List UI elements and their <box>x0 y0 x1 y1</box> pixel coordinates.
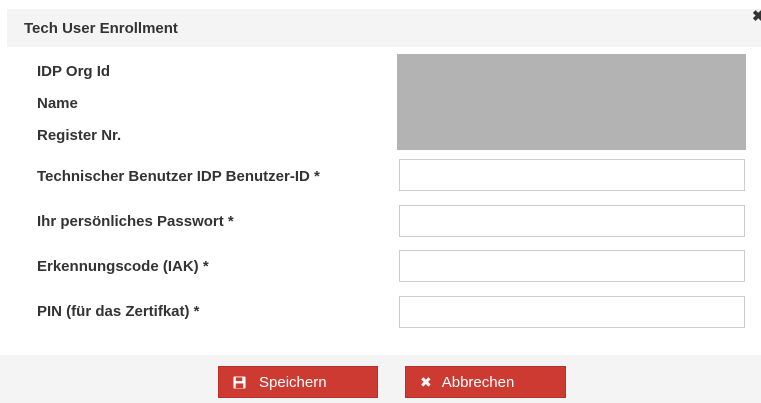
register-label: Register Nr. <box>37 127 122 144</box>
password-label: Ihr persönliches Passwort * <box>37 213 234 230</box>
org-id-label: IDP Org Id <box>37 63 111 80</box>
save-button-label: Speichern <box>259 373 327 391</box>
save-button[interactable]: Speichern <box>218 366 378 398</box>
name-label: Name <box>37 95 78 112</box>
pin-label: PIN (für das Zertifkat) * <box>37 303 200 320</box>
x-icon: ✖ <box>420 374 432 390</box>
dialog-footer <box>0 355 761 403</box>
close-icon[interactable]: ✖ <box>752 9 761 24</box>
dialog-title: Tech User Enrollment <box>24 20 178 37</box>
dialog-header: Tech User Enrollment <box>7 9 761 47</box>
pin-input[interactable] <box>399 296 745 328</box>
iak-label: Erkennungscode (IAK) * <box>37 258 209 275</box>
iak-input[interactable] <box>399 250 745 282</box>
user-id-label: Technischer Benutzer IDP Benutzer-ID * <box>37 168 320 185</box>
floppy-disk-icon <box>233 375 246 389</box>
cancel-button[interactable]: ✖ Abbrechen <box>405 366 566 398</box>
org-info-readonly-box <box>397 54 746 150</box>
enrollment-dialog: Tech User Enrollment ✖ IDP Org Id Name R… <box>0 0 761 403</box>
password-input[interactable] <box>399 205 745 237</box>
cancel-button-label: Abbrechen <box>441 373 515 391</box>
user-id-input[interactable] <box>399 159 745 191</box>
